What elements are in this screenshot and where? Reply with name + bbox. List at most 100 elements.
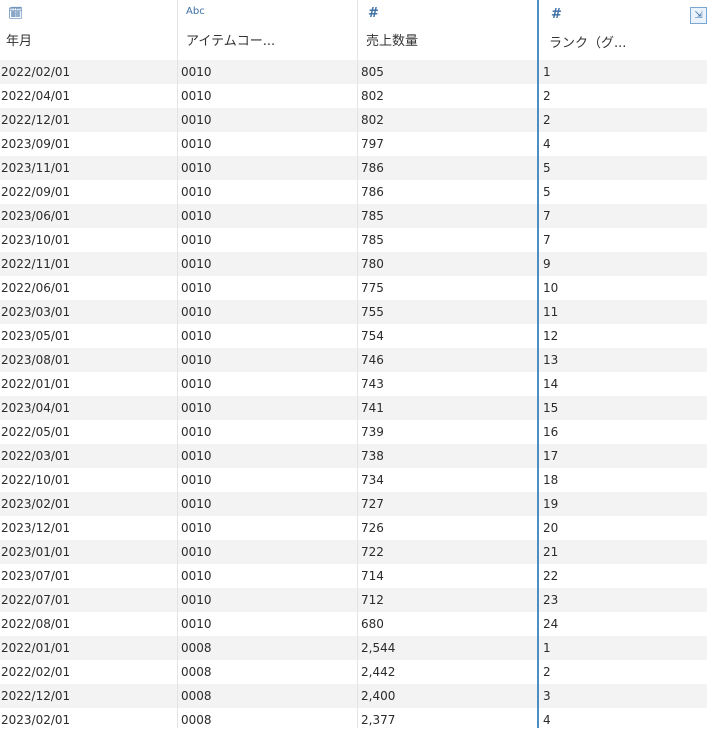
cell-year-month: 2023/05/01 (1, 329, 71, 343)
cell-item-code: 0008 (181, 641, 212, 655)
table-row[interactable]: 2022/09/01 0010 786 5 (0, 180, 707, 204)
cell-item-code: 0010 (181, 329, 212, 343)
cell-rank: 15 (543, 401, 559, 415)
cell-item-code: 0010 (181, 185, 212, 199)
table-row[interactable]: 2023/08/01 0010 746 13 (0, 348, 707, 372)
cell-year-month: 2023/04/01 (1, 401, 71, 415)
cell-rank: 24 (543, 617, 559, 631)
table-row[interactable]: 2023/07/01 0010 714 22 (0, 564, 707, 588)
cell-rank: 13 (543, 353, 559, 367)
cell-year-month: 2022/07/01 (1, 593, 71, 607)
table-row[interactable]: 2023/04/01 0010 741 15 (0, 396, 707, 420)
table-row[interactable]: 2022/03/01 0010 738 17 (0, 444, 707, 468)
grid-header: 🗓 年月 Abc アイテムコー... # 売上数量 # ランク（グ... ⇲ (0, 0, 707, 61)
cell-year-month: 2023/10/01 (1, 233, 71, 247)
cell-item-code: 0010 (181, 449, 212, 463)
cell-rank: 2 (543, 665, 551, 679)
table-row[interactable]: 2023/03/01 0010 755 11 (0, 300, 707, 324)
table-row[interactable]: 2022/01/01 0008 2,544 1 (0, 636, 707, 660)
table-row[interactable]: 2022/08/01 0010 680 24 (0, 612, 707, 636)
table-row[interactable]: 2022/06/01 0010 775 10 (0, 276, 707, 300)
cell-sales-quantity: 680 (361, 617, 384, 631)
cell-year-month: 2022/08/01 (1, 617, 71, 631)
cell-year-month: 2022/01/01 (1, 377, 71, 391)
cell-item-code: 0010 (181, 281, 212, 295)
cell-year-month: 2023/12/01 (1, 521, 71, 535)
cell-item-code: 0010 (181, 497, 212, 511)
table-row[interactable]: 2022/11/01 0010 780 9 (0, 252, 707, 276)
table-row[interactable]: 2023/02/01 0010 727 19 (0, 492, 707, 516)
cell-sales-quantity: 2,442 (361, 665, 396, 679)
cell-sales-quantity: 797 (361, 137, 384, 151)
cell-item-code: 0010 (181, 569, 212, 583)
cell-rank: 2 (543, 113, 551, 127)
cell-year-month: 2022/02/01 (1, 665, 71, 679)
column-header-rank[interactable]: # ランク（グ... (540, 0, 707, 60)
cell-item-code: 0010 (181, 377, 212, 391)
cell-year-month: 2023/11/01 (1, 161, 71, 175)
cell-sales-quantity: 755 (361, 305, 384, 319)
column-menu-icon[interactable]: ⇲ (690, 7, 707, 24)
cell-rank: 16 (543, 425, 559, 439)
cell-rank: 5 (543, 161, 551, 175)
cell-sales-quantity: 727 (361, 497, 384, 511)
cell-item-code: 0010 (181, 521, 212, 535)
table-row[interactable]: 2022/04/01 0010 802 2 (0, 84, 707, 108)
column-title: アイテムコー... (186, 34, 276, 49)
cell-item-code: 0010 (181, 65, 212, 79)
cell-item-code: 0010 (181, 425, 212, 439)
table-row[interactable]: 2023/01/01 0010 722 21 (0, 540, 707, 564)
column-header-item-code[interactable]: Abc アイテムコー... (178, 0, 357, 60)
cell-item-code: 0010 (181, 617, 212, 631)
cell-rank: 5 (543, 185, 551, 199)
cell-rank: 22 (543, 569, 559, 583)
table-row[interactable]: 2022/02/01 0010 805 1 (0, 60, 707, 84)
cell-sales-quantity: 738 (361, 449, 384, 463)
table-row[interactable]: 2023/02/01 0008 2,377 4 (0, 708, 707, 732)
cell-year-month: 2022/03/01 (1, 449, 71, 463)
cell-item-code: 0010 (181, 593, 212, 607)
column-header-sales-quantity[interactable]: # 売上数量 (358, 0, 537, 60)
table-row[interactable]: 2022/12/01 0010 802 2 (0, 108, 707, 132)
table-row[interactable]: 2022/01/01 0010 743 14 (0, 372, 707, 396)
table-row[interactable]: 2023/05/01 0010 754 12 (0, 324, 707, 348)
column-title: 年月 (6, 34, 33, 49)
table-row[interactable]: 2023/12/01 0010 726 20 (0, 516, 707, 540)
cell-item-code: 0010 (181, 113, 212, 127)
cell-item-code: 0008 (181, 689, 212, 703)
calendar-icon: 🗓 (8, 6, 24, 20)
table-row[interactable]: 2022/05/01 0010 739 16 (0, 420, 707, 444)
cell-item-code: 0010 (181, 353, 212, 367)
cell-item-code: 0010 (181, 137, 212, 151)
cell-item-code: 0010 (181, 401, 212, 415)
cell-year-month: 2023/06/01 (1, 209, 71, 223)
table-row[interactable]: 2023/09/01 0010 797 4 (0, 132, 707, 156)
cell-sales-quantity: 2,400 (361, 689, 396, 703)
cell-item-code: 0010 (181, 545, 212, 559)
table-row[interactable]: 2022/10/01 0010 734 18 (0, 468, 707, 492)
table-row[interactable]: 2023/10/01 0010 785 7 (0, 228, 707, 252)
cell-year-month: 2022/05/01 (1, 425, 71, 439)
column-divider (177, 0, 178, 728)
cell-sales-quantity: 741 (361, 401, 384, 415)
cell-year-month: 2022/06/01 (1, 281, 71, 295)
cell-rank: 11 (543, 305, 559, 319)
table-row[interactable]: 2022/12/01 0008 2,400 3 (0, 684, 707, 708)
cell-rank: 18 (543, 473, 559, 487)
cell-item-code: 0008 (181, 665, 212, 679)
table-row[interactable]: 2022/02/01 0008 2,442 2 (0, 660, 707, 684)
cell-sales-quantity: 785 (361, 233, 384, 247)
cell-sales-quantity: 743 (361, 377, 384, 391)
table-row[interactable]: 2022/07/01 0010 712 23 (0, 588, 707, 612)
column-header-year-month[interactable]: 🗓 年月 (0, 0, 177, 60)
cell-year-month: 2022/04/01 (1, 89, 71, 103)
cell-rank: 17 (543, 449, 559, 463)
table-row[interactable]: 2023/11/01 0010 786 5 (0, 156, 707, 180)
cell-sales-quantity: 786 (361, 185, 384, 199)
table-row[interactable]: 2023/06/01 0010 785 7 (0, 204, 707, 228)
cell-item-code: 0008 (181, 713, 212, 727)
cell-sales-quantity: 786 (361, 161, 384, 175)
number-type-icon: # (368, 6, 379, 21)
cell-year-month: 2022/01/01 (1, 641, 71, 655)
number-type-icon: # (551, 7, 562, 22)
